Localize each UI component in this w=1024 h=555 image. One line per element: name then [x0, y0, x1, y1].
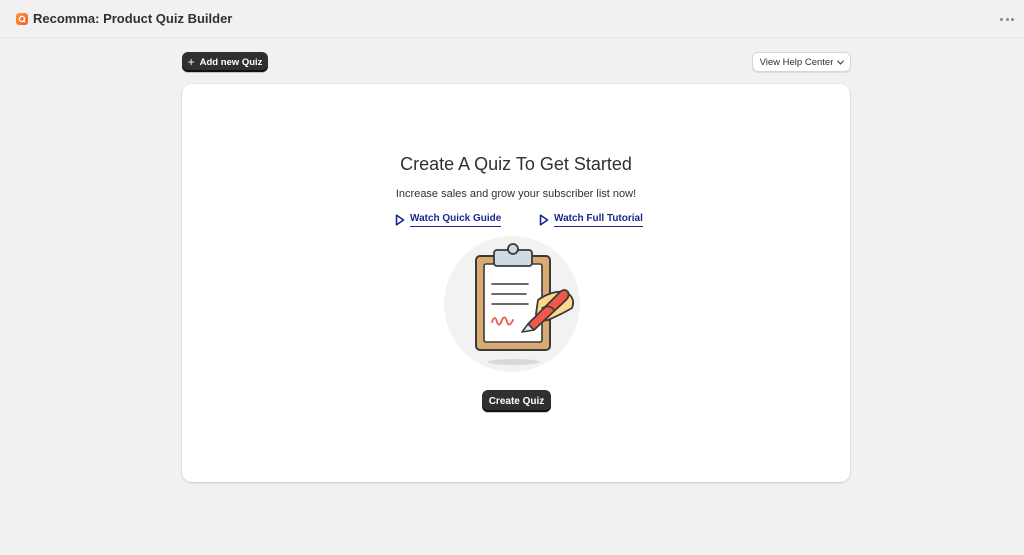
help-center-label: View Help Center — [759, 56, 834, 68]
app-title: Recomma: Product Quiz Builder — [33, 11, 233, 26]
chevron-down-icon — [837, 57, 845, 65]
clipboard-signing-illustration — [444, 236, 580, 372]
plus-icon: + — [187, 55, 195, 69]
empty-state-card: Create A Quiz To Get Started Increase sa… — [182, 84, 850, 482]
play-icon — [539, 214, 549, 226]
recomma-logo-icon — [16, 12, 28, 25]
add-new-quiz-button[interactable]: + Add new Quiz — [182, 52, 268, 72]
watch-full-tutorial-link[interactable]: Watch Full Tutorial — [539, 213, 643, 227]
view-help-center-button[interactable]: View Help Center — [752, 52, 851, 72]
create-quiz-button[interactable]: Create Quiz — [482, 390, 551, 412]
play-icon — [395, 214, 405, 226]
watch-quick-guide-label: Watch Quick Guide — [410, 213, 502, 227]
watch-full-tutorial-label: Watch Full Tutorial — [554, 213, 643, 227]
watch-quick-guide-link[interactable]: Watch Quick Guide — [395, 213, 502, 227]
add-new-quiz-label: Add new Quiz — [199, 56, 263, 68]
app-header: Recomma: Product Quiz Builder — [0, 0, 1024, 38]
empty-state-subtitle: Increase sales and grow your subscriber … — [395, 188, 637, 200]
more-actions-icon[interactable] — [1000, 12, 1014, 26]
empty-state-title: Create A Quiz To Get Started — [400, 154, 632, 174]
